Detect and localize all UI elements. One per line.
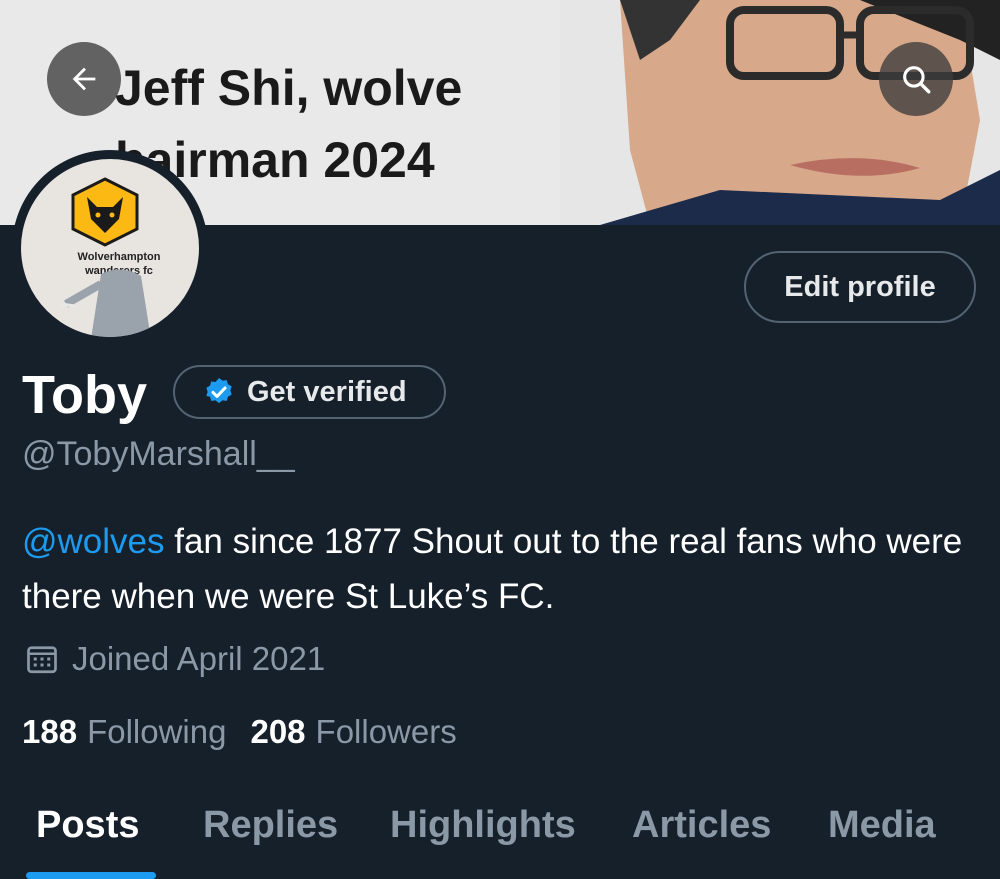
display-name: Toby <box>22 365 147 425</box>
tab-media[interactable]: Media <box>828 804 936 847</box>
back-button[interactable] <box>47 42 121 116</box>
wolves-logo-icon <box>71 177 139 247</box>
following-label: Following <box>87 713 227 750</box>
bio-mention-link[interactable]: @wolves <box>22 522 165 561</box>
tab-posts[interactable]: Posts <box>36 804 139 847</box>
follow-stats: 188 Following 208 Followers <box>22 713 457 751</box>
user-handle: @TobyMarshall__ <box>22 435 295 473</box>
avatar-image: Wolverhampton wanderers fc <box>21 159 199 337</box>
get-verified-label: Get verified <box>247 375 407 408</box>
active-tab-indicator <box>26 872 156 879</box>
back-arrow-icon <box>72 67 96 91</box>
joined-label: Joined April 2021 <box>72 640 326 677</box>
followers-link[interactable]: 208 Followers <box>250 713 456 751</box>
get-verified-button[interactable]: Get verified <box>173 365 446 419</box>
edit-profile-button[interactable]: Edit profile <box>744 251 976 323</box>
followers-count: 208 <box>250 713 306 750</box>
profile-bio: @wolves fan since 1877 Shout out to the … <box>22 514 982 624</box>
following-link[interactable]: 188 Following <box>22 713 226 751</box>
avatar[interactable]: Wolverhampton wanderers fc <box>12 150 208 346</box>
calendar-icon <box>24 641 60 677</box>
banner-photo <box>560 0 1000 225</box>
verified-badge-icon <box>203 376 235 408</box>
followers-label: Followers <box>315 713 457 750</box>
avatar-figure <box>61 269 151 337</box>
tab-articles[interactable]: Articles <box>632 804 771 847</box>
following-count: 188 <box>22 713 78 750</box>
joined-date: Joined April 2021 <box>24 640 325 678</box>
search-button[interactable] <box>879 42 953 116</box>
banner-headline: Jeff Shi, wolve hairman 2024 <box>115 60 463 188</box>
tab-highlights[interactable]: Highlights <box>390 804 576 847</box>
search-icon <box>903 66 931 94</box>
tab-replies[interactable]: Replies <box>203 804 338 847</box>
profile-tabs: Posts Replies Highlights Articles Media <box>0 790 1000 879</box>
